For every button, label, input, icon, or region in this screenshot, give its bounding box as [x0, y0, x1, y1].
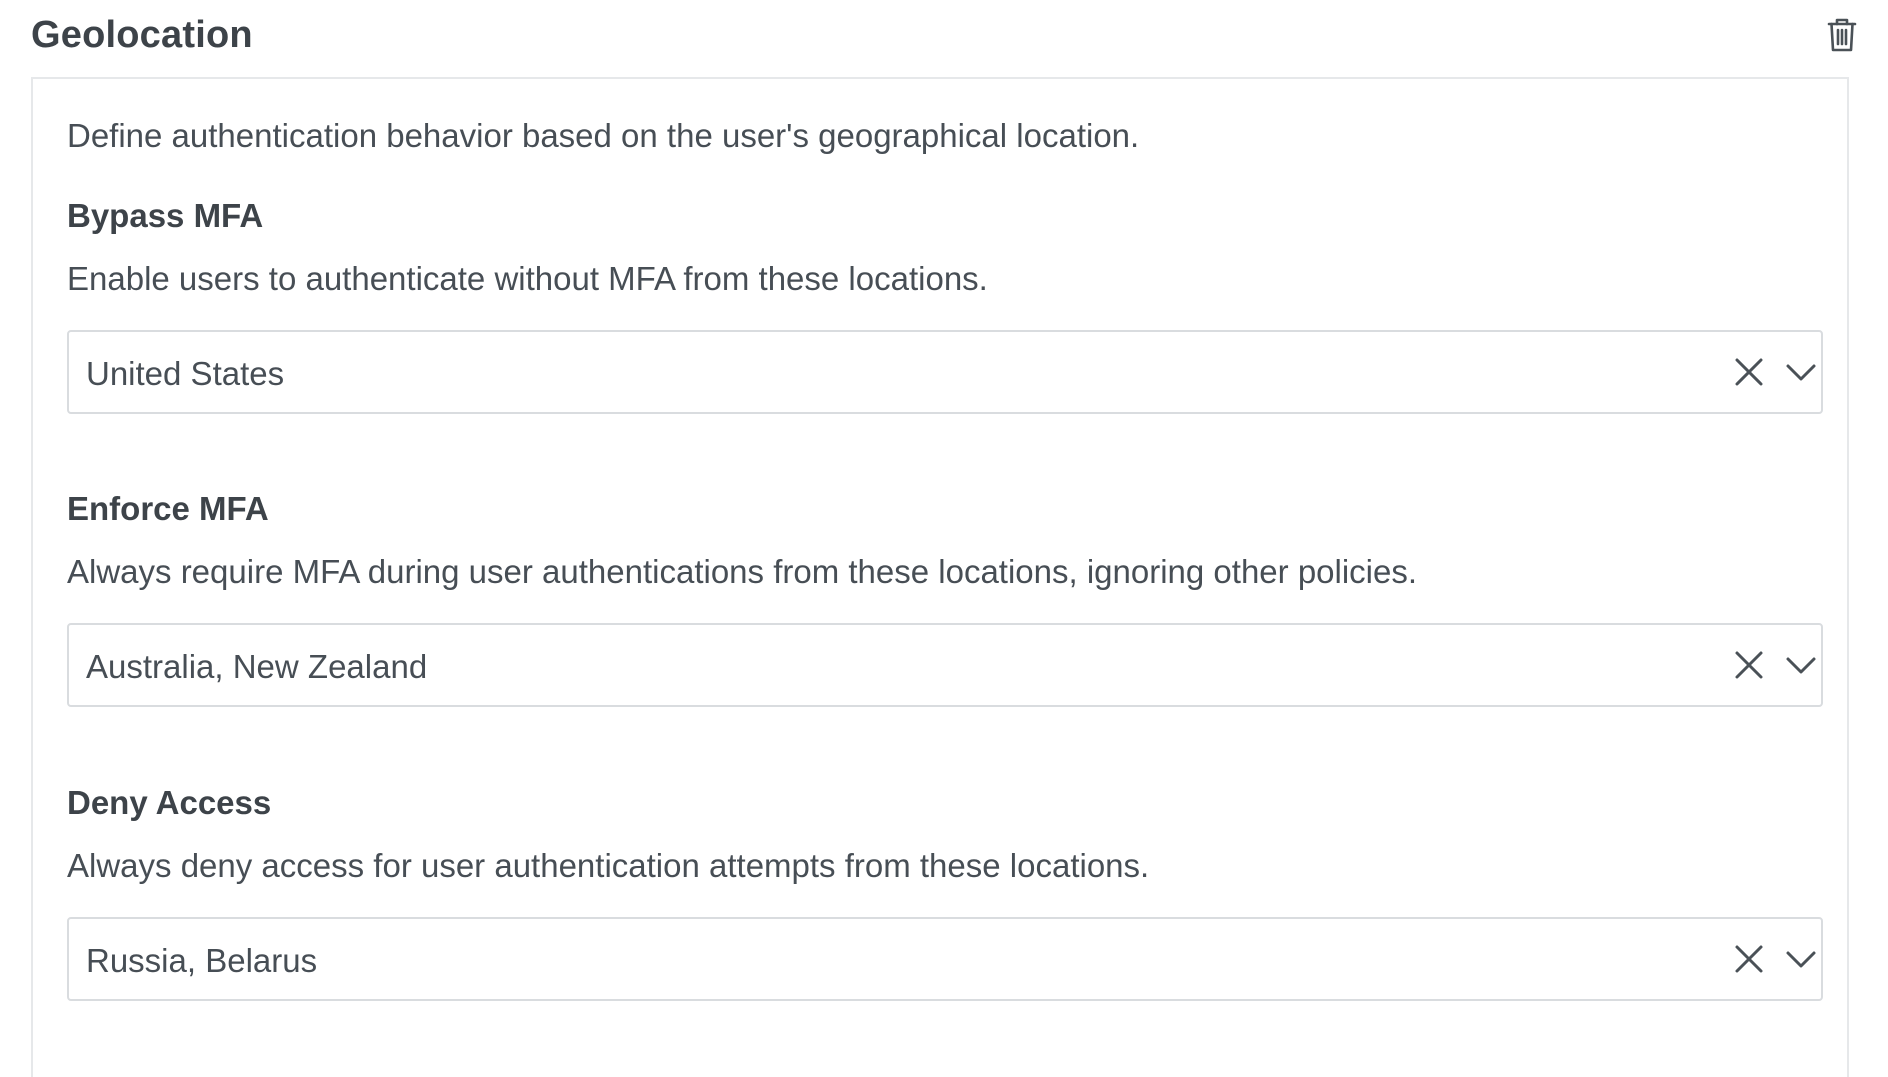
chevron-down-icon[interactable]	[1785, 358, 1817, 386]
geolocation-header: Geolocation	[0, 0, 1888, 78]
section-title: Enforce MFA	[67, 490, 269, 527]
deny-access-select[interactable]: Russia, Belarus	[67, 917, 1823, 1001]
delete-button[interactable]	[1822, 14, 1862, 56]
trash-icon	[1827, 18, 1857, 52]
panel-description: Define authentication behavior based on …	[67, 117, 1140, 154]
section-description: Always deny access for user authenticati…	[67, 847, 1150, 884]
section-description: Enable users to authenticate without MFA…	[67, 260, 988, 297]
bypass-mfa-select[interactable]: United States	[67, 330, 1823, 414]
section-title: Bypass MFA	[67, 197, 264, 234]
chevron-down-icon[interactable]	[1785, 651, 1817, 679]
select-value: United States	[86, 355, 285, 392]
enforce-mfa-select[interactable]: Australia, New Zealand	[67, 623, 1823, 707]
chevron-down-icon[interactable]	[1785, 945, 1817, 973]
geolocation-panel: Define authentication behavior based on …	[31, 77, 1849, 1077]
select-value: Australia, New Zealand	[86, 648, 428, 685]
close-icon[interactable]	[1733, 356, 1765, 388]
select-value: Russia, Belarus	[86, 942, 318, 979]
page-title: Geolocation	[31, 14, 253, 56]
section-title: Deny Access	[67, 784, 272, 821]
close-icon[interactable]	[1733, 649, 1765, 681]
section-description: Always require MFA during user authentic…	[67, 553, 1418, 590]
close-icon[interactable]	[1733, 943, 1765, 975]
